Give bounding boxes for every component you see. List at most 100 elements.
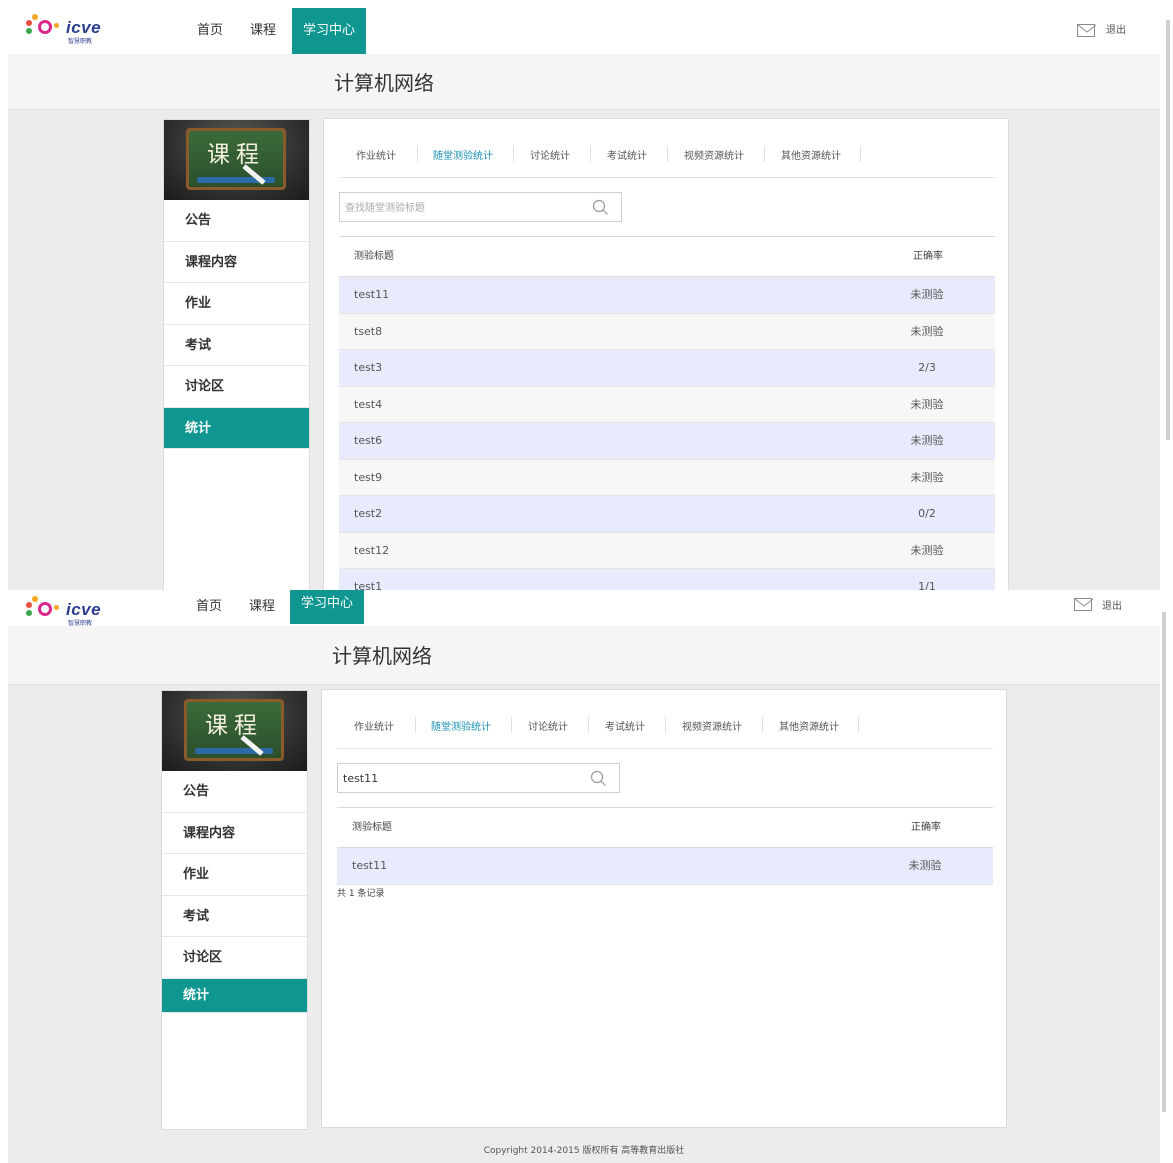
course-image-text: 课程	[207, 142, 265, 168]
stat-tabs: 作业统计 随堂测验统计 讨论统计 考试统计 视频资源统计 其他资源统计	[339, 144, 995, 178]
nav-learning-center[interactable]: 学习中心	[292, 8, 367, 54]
quiz-title: test2	[354, 507, 383, 520]
scrollbar[interactable]	[1166, 20, 1170, 440]
table-row[interactable]: test9 未测验	[339, 459, 995, 496]
quiz-title: test12	[354, 543, 390, 557]
quiz-rate: 未测验	[910, 434, 944, 447]
tab-quiz-stats[interactable]: 随堂测验统计	[431, 718, 491, 733]
sidebar-item-exams[interactable]: 考试	[164, 325, 309, 366]
logo-dot-icon	[26, 602, 32, 608]
logout-link[interactable]: 退出	[1106, 8, 1126, 54]
screenshot-before-search: icve 智慧职教 首页 课程 学习中心 退出 计算机网络 课程 公告 课程内容…	[8, 8, 1160, 590]
tab-divider	[858, 717, 859, 733]
column-header-rate: 正确率	[911, 822, 941, 833]
quiz-search-box	[337, 763, 620, 793]
search-icon[interactable]	[590, 770, 607, 787]
table-row[interactable]: test1 1/1	[339, 569, 995, 590]
quiz-rate: 未测验	[910, 470, 944, 484]
logo-text: icve	[66, 600, 102, 619]
tab-homework-stats[interactable]: 作业统计	[354, 718, 394, 733]
sidebar-item-statistics[interactable]: 统计	[164, 407, 309, 449]
nav-home[interactable]: 首页	[196, 590, 222, 630]
table-row[interactable]: test11 未测验	[337, 848, 993, 885]
column-header-title: 测验标题	[352, 822, 392, 833]
table-header: 测验标题 正确率	[337, 808, 993, 848]
logo[interactable]: icve 智慧职教	[24, 596, 114, 628]
quiz-title: test11	[354, 288, 390, 301]
tab-discussion-stats[interactable]: 讨论统计	[528, 718, 568, 733]
table-row[interactable]: test6 未测验	[339, 423, 995, 460]
table-row[interactable]: test12 未测验	[339, 532, 995, 569]
sidebar-item-announcements[interactable]: 公告	[164, 200, 309, 242]
stat-tabs: 作业统计 随堂测验统计 讨论统计 考试统计 视频资源统计 其他资源统计	[337, 715, 993, 749]
statistics-panel: 作业统计 随堂测验统计 讨论统计 考试统计 视频资源统计 其他资源统计 测验标题…	[321, 689, 1007, 1128]
quiz-title: test1	[354, 580, 383, 590]
table-row[interactable]: tset8 未测验	[339, 313, 995, 350]
tab-video-stats[interactable]: 视频资源统计	[682, 718, 742, 733]
quiz-search-box	[339, 192, 622, 222]
table-row[interactable]: test4 未测验	[339, 386, 995, 423]
logo-subtext: 智慧职教	[68, 38, 93, 45]
quiz-stats-table: 测验标题 正确率 test11 未测验	[337, 807, 993, 885]
tab-other-resource-stats[interactable]: 其他资源统计	[781, 147, 841, 162]
tab-divider	[762, 717, 763, 733]
logout-link[interactable]: 退出	[1102, 590, 1122, 630]
search-input[interactable]	[338, 764, 578, 792]
nav-courses[interactable]: 课程	[249, 590, 275, 630]
sidebar-item-statistics[interactable]: 统计	[162, 978, 307, 1013]
logo-swirl-icon	[38, 20, 52, 34]
sidebar-item-course-content[interactable]: 课程内容	[164, 242, 309, 283]
sidebar-item-course-content[interactable]: 课程内容	[162, 813, 307, 854]
table-header: 测验标题 正确率	[339, 237, 995, 277]
search-icon[interactable]	[592, 199, 609, 216]
logo-dot-icon	[54, 23, 59, 28]
quiz-rate: 0/2	[918, 507, 936, 520]
sidebar-item-homework[interactable]: 作业	[162, 854, 307, 896]
quiz-title: test4	[354, 397, 383, 411]
tab-exam-stats[interactable]: 考试统计	[607, 147, 647, 162]
sidebar-item-homework[interactable]: 作业	[164, 283, 309, 325]
nav-home[interactable]: 首页	[197, 8, 223, 54]
logo[interactable]: icve 智慧职教	[24, 14, 114, 46]
sidebar-item-discussion[interactable]: 讨论区	[164, 366, 309, 408]
table-row[interactable]: test3 2/3	[339, 350, 995, 387]
sidebar-item-exams[interactable]: 考试	[162, 896, 307, 937]
logo-dot-icon	[54, 605, 59, 610]
scrollbar[interactable]	[1162, 612, 1166, 1112]
page-title: 计算机网络	[332, 644, 432, 668]
nav-learning-center[interactable]: 学习中心	[290, 590, 365, 624]
logo-dot-icon	[32, 596, 38, 602]
tab-homework-stats[interactable]: 作业统计	[356, 147, 396, 162]
column-header-title: 测验标题	[354, 251, 394, 262]
logo-dot-icon	[26, 28, 32, 34]
quiz-title: tset8	[354, 324, 383, 338]
tab-other-resource-stats[interactable]: 其他资源统计	[779, 718, 839, 733]
quiz-rate: 1/1	[918, 580, 936, 590]
tab-discussion-stats[interactable]: 讨论统计	[530, 147, 570, 162]
blackboard-icon: 课程	[186, 128, 286, 190]
mail-icon[interactable]	[1074, 598, 1094, 611]
nav-courses[interactable]: 课程	[250, 8, 276, 54]
table-row[interactable]: test2 0/2	[339, 496, 995, 533]
tab-quiz-stats[interactable]: 随堂测验统计	[433, 147, 493, 162]
tab-divider	[511, 717, 512, 733]
sidebar-item-announcements[interactable]: 公告	[162, 771, 307, 813]
quiz-title: test6	[354, 434, 383, 447]
tab-video-stats[interactable]: 视频资源统计	[684, 147, 744, 162]
tab-divider	[860, 146, 861, 162]
quiz-rate: 未测验	[908, 859, 942, 872]
logo-text: icve	[66, 18, 102, 37]
mail-icon[interactable]	[1077, 24, 1097, 37]
record-count: 共 1 条记录	[337, 889, 385, 899]
sidebar-item-discussion[interactable]: 讨论区	[162, 937, 307, 979]
course-sidebar: 课程 公告 课程内容 作业 考试 讨论区 统计	[161, 690, 308, 1130]
tab-exam-stats[interactable]: 考试统计	[605, 718, 645, 733]
screenshot-after-search: icve 智慧职教 首页 课程 学习中心 退出 计算机网络 课程 公告 课程内容…	[8, 590, 1160, 1163]
tab-divider	[590, 146, 591, 162]
table-row[interactable]: test11 未测验	[339, 277, 995, 314]
page-title: 计算机网络	[334, 71, 434, 95]
search-input[interactable]	[340, 193, 580, 221]
tab-divider	[665, 717, 666, 733]
quiz-stats-table: 测验标题 正确率 test11 未测验 tset8 未测验 test3 2/3 tes…	[339, 236, 995, 590]
tab-divider	[588, 717, 589, 733]
